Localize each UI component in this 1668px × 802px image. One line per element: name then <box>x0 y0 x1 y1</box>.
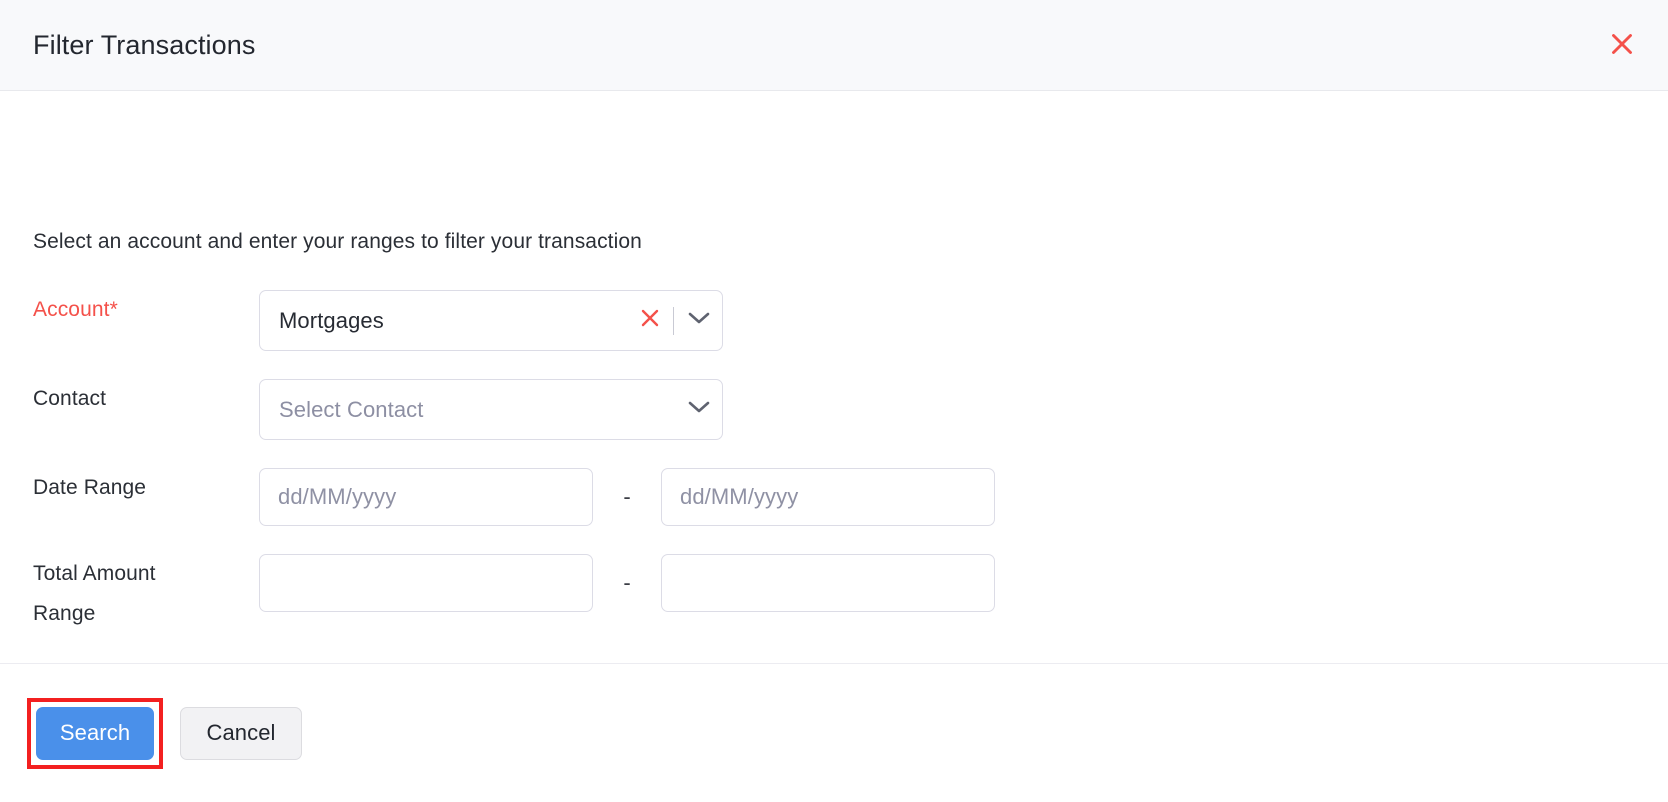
account-clear-button[interactable] <box>633 304 667 338</box>
search-button[interactable]: Search <box>36 706 154 760</box>
form-row-contact: Contact Select Contact <box>0 379 1668 440</box>
close-button[interactable] <box>1604 26 1640 62</box>
chevron-down-icon <box>688 311 710 330</box>
contact-dropdown-toggle[interactable] <box>676 380 722 439</box>
date-range-to-input[interactable] <box>661 468 995 526</box>
filter-form: Account* Mortgages Contact Select Contac… <box>0 290 1668 662</box>
total-amount-range-label: Total Amount Range <box>0 554 259 634</box>
total-amount-range-separator: - <box>623 570 631 595</box>
form-row-total-amount-range: Total Amount Range - <box>0 554 1668 634</box>
contact-label: Contact <box>33 387 107 410</box>
contact-select[interactable]: Select Contact <box>259 379 723 440</box>
account-label: Account* <box>33 298 118 321</box>
account-dropdown-toggle[interactable] <box>676 291 722 350</box>
date-range-label: Date Range <box>33 476 147 499</box>
search-button-highlight: Search <box>27 697 163 769</box>
total-amount-to-input[interactable] <box>661 554 995 612</box>
total-amount-range-control: - <box>259 554 995 612</box>
date-range-separator: - <box>623 484 631 509</box>
account-select[interactable]: Mortgages <box>259 290 723 351</box>
dialog-body: Select an account and enter your ranges … <box>0 91 1668 663</box>
form-row-account: Account* Mortgages <box>0 290 1668 351</box>
date-range-control: - <box>259 468 995 526</box>
date-range-from-input[interactable] <box>259 468 593 526</box>
contact-select-value: Select Contact <box>279 396 424 422</box>
account-select-value: Mortgages <box>279 307 384 333</box>
account-select-divider <box>673 306 674 335</box>
page-title: Filter Transactions <box>33 29 256 60</box>
close-icon <box>1609 31 1635 57</box>
dialog-description: Select an account and enter your ranges … <box>33 230 642 253</box>
total-amount-range-label-line1: Total Amount <box>33 562 156 585</box>
filter-transactions-dialog: Filter Transactions Select an account an… <box>0 0 1668 802</box>
total-amount-from-input[interactable] <box>259 554 593 612</box>
contact-control: Select Contact <box>259 379 723 440</box>
dialog-footer: Search Cancel <box>0 663 1668 802</box>
total-amount-range-label-line2: Range <box>33 602 96 625</box>
chevron-down-icon <box>688 400 710 419</box>
clear-x-icon <box>639 307 661 334</box>
cancel-button[interactable]: Cancel <box>180 706 302 760</box>
dialog-header: Filter Transactions <box>0 0 1668 91</box>
account-control: Mortgages <box>259 290 723 351</box>
form-row-date-range: Date Range - <box>0 468 1668 526</box>
